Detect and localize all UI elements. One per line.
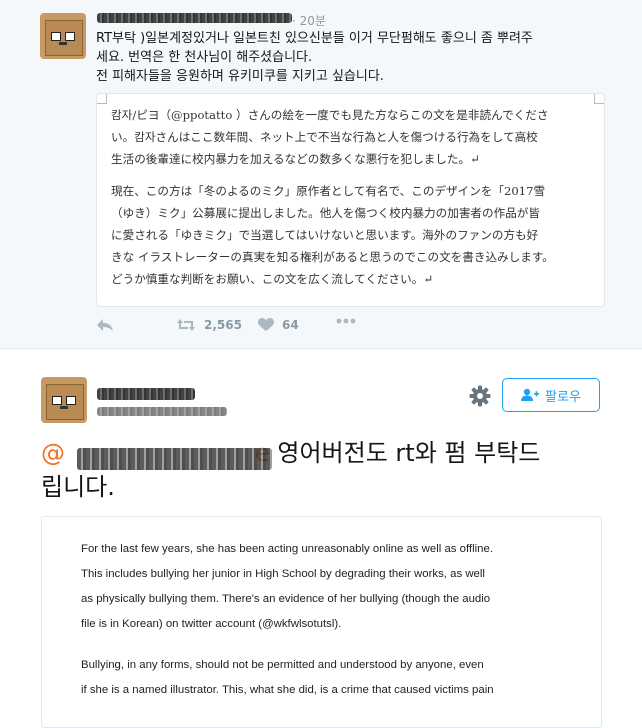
image-text-line: きな イラストレーターの真実を知る権利があると思うのでこの文を書き込みします。	[111, 250, 554, 264]
avatar-eye	[51, 32, 61, 41]
image-text-line: （ゆき）ミク」公募展に提出しました。他人を傷つく校内暴力の加害者の作品が皆	[111, 206, 540, 220]
gear-icon[interactable]	[469, 385, 491, 407]
image-corner-mark	[97, 94, 107, 104]
image-text-line: い。캄자さんはここ数年間、ネット上で不当な行為と人を傷つける行為をして高校	[111, 130, 538, 144]
retweet-count: 2,565	[204, 318, 242, 332]
follow-button[interactable]: 팔로우	[502, 378, 600, 412]
avatar[interactable]	[40, 13, 86, 59]
main-tweet-text: @e 영어버전도 rt와 펌 부탁드 립니다.	[41, 436, 611, 504]
tweet-text-line: RT부탁 )일본계정있거나 일본트친 있으신분들 이거 무단펌해도 좋으니 좀 …	[96, 31, 533, 46]
redacted-handle	[97, 407, 227, 416]
image-text-line: if she is a named illustrator. This, wha…	[81, 684, 494, 696]
image-text-line: 生活の後輩達に校内暴力を加えるなどの数多くな悪行を犯しました。↵	[111, 152, 480, 166]
image-text-line: どうか慎重な判断をお願い、この文を広く流してください。↵	[111, 272, 434, 286]
avatar-eye	[65, 32, 75, 41]
reply-tweet[interactable]: · 20분 RT부탁 )일본계정있거나 일본트친 있으신분들 이거 무단펌해도 …	[0, 0, 642, 348]
image-text-line: 現在、この方は「冬のよるのミク」原作者として有名で、このデザインを「2017雪	[111, 184, 546, 198]
image-text-line: This includes bullying her junior in Hig…	[81, 568, 485, 580]
image-text-line: に愛される「ゆきミク」で当選してはいけないと思います。海外のファンの方も好	[111, 228, 539, 242]
main-tweet-text-line2: 립니다.	[41, 473, 115, 501]
redacted-username	[97, 13, 292, 23]
mention-at: @	[41, 439, 65, 467]
follow-user-icon	[521, 388, 540, 401]
image-corner-mark	[594, 94, 604, 104]
like-button[interactable]: 64	[258, 318, 299, 332]
retweet-button[interactable]: 2,565	[176, 318, 242, 332]
reply-icon	[97, 319, 113, 331]
avatar-eye	[66, 396, 76, 405]
like-count: 64	[282, 318, 299, 332]
avatar-eye	[52, 396, 62, 405]
image-text-english: For the last few years, she has been act…	[81, 537, 571, 703]
image-text-line: 캄자/ピヨ（@ppotatto ）さんの絵を一度でも見た方ならこの文を是非読んで…	[111, 108, 549, 122]
reply-button[interactable]	[96, 318, 114, 332]
image-text-line: Bullying, in any forms, should not be pe…	[81, 659, 484, 671]
image-text-line: as physically bullying them. There's an …	[81, 593, 491, 605]
redacted-mention-scribble	[77, 448, 272, 470]
tweet-text: RT부탁 )일본계정있거나 일본트친 있으신분들 이거 무단펌해도 좋으니 좀 …	[96, 29, 611, 86]
main-tweet-text-line1: 영어버전도 rt와 펌 부탁드	[269, 439, 541, 467]
image-paragraph-2: Bullying, in any forms, should not be pe…	[81, 653, 571, 703]
redacted-display-name	[97, 388, 195, 400]
image-paragraph-1: For the last few years, she has been act…	[81, 537, 571, 637]
more-button[interactable]	[336, 318, 356, 324]
image-paragraph-2: 現在、この方は「冬のよるのミク」原作者として有名で、このデザインを「2017雪 …	[111, 180, 591, 290]
image-text-japanese: 캄자/ピヨ（@ppotatto ）さんの絵を一度でも見た方ならこの文を是非読んで…	[111, 104, 591, 290]
tweet-timestamp[interactable]: · 20분	[292, 12, 326, 29]
image-text-line: For the last few years, she has been act…	[81, 543, 493, 555]
tweet-divider	[0, 348, 642, 349]
tweet-text-line: 세요. 번역은 한 천사님이 해주셨습니다.	[96, 50, 313, 65]
avatar[interactable]	[41, 377, 87, 423]
tweet-image[interactable]: For the last few years, she has been act…	[41, 516, 602, 728]
avatar-mouth	[59, 42, 67, 45]
tweet-image[interactable]: 캄자/ピヨ（@ppotatto ）さんの絵を一度でも見た方ならこの文を是非読んで…	[96, 93, 605, 307]
heart-icon	[258, 318, 274, 331]
retweet-icon	[177, 319, 195, 331]
tweet-text-line: 전 피해자들을 응원하며 유키미쿠를 지키고 싶습니다.	[96, 69, 384, 84]
image-text-line: file is in Korean) on twitter account (@…	[81, 618, 342, 630]
follow-label: 팔로우	[545, 389, 581, 405]
image-paragraph-1: 캄자/ピヨ（@ppotatto ）さんの絵を一度でも見た方ならこの文を是非読んで…	[111, 104, 591, 170]
avatar-mouth	[60, 406, 68, 409]
more-icon	[336, 318, 356, 324]
